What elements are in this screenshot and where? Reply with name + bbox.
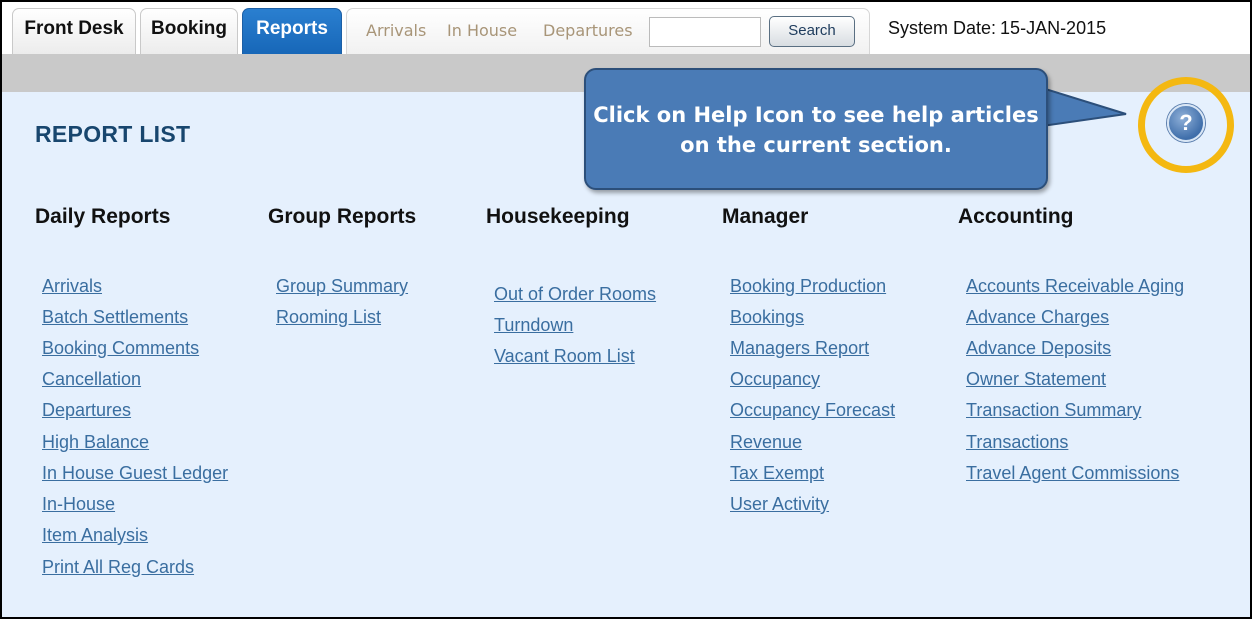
report-link[interactable]: Print All Reg Cards <box>42 557 194 578</box>
report-link[interactable]: User Activity <box>730 494 829 515</box>
report-link[interactable]: In-House <box>42 494 115 515</box>
report-link[interactable]: Occupancy <box>730 369 820 390</box>
report-link[interactable]: Out of Order Rooms <box>494 284 656 305</box>
report-link[interactable]: Booking Comments <box>42 338 199 359</box>
report-link[interactable]: Advance Charges <box>966 307 1109 328</box>
quick-link-in-house[interactable]: In House <box>447 21 517 40</box>
system-date: System Date: 15-JAN-2015 <box>888 18 1106 39</box>
help-callout-line-1: Click on Help Icon to see help articles <box>593 103 1039 127</box>
report-link[interactable]: Group Summary <box>276 276 408 297</box>
column-heading-housekeeping: Housekeeping <box>486 205 630 228</box>
column-heading-manager: Manager <box>722 205 809 228</box>
app-window: Front Desk Booking Reports Arrivals In H… <box>0 0 1252 619</box>
report-link[interactable]: Vacant Room List <box>494 346 635 367</box>
report-link[interactable]: Accounts Receivable Aging <box>966 276 1184 297</box>
report-link[interactable]: Departures <box>42 400 131 421</box>
help-callout-line-2: on the current section. <box>680 133 952 157</box>
report-link[interactable]: Cancellation <box>42 369 141 390</box>
report-link[interactable]: Turndown <box>494 315 573 336</box>
report-link[interactable]: Batch Settlements <box>42 307 188 328</box>
column-heading-accounting: Accounting <box>958 205 1074 228</box>
search-input[interactable] <box>649 17 761 47</box>
column-heading-group-reports: Group Reports <box>268 205 417 228</box>
report-link[interactable]: Item Analysis <box>42 525 148 546</box>
report-link[interactable]: Advance Deposits <box>966 338 1111 359</box>
search-button[interactable]: Search <box>769 16 855 47</box>
column-heading-daily-reports: Daily Reports <box>35 205 171 228</box>
report-link[interactable]: Managers Report <box>730 338 869 359</box>
report-link[interactable]: Transaction Summary <box>966 400 1141 421</box>
quick-link-arrivals[interactable]: Arrivals <box>366 21 426 40</box>
report-link[interactable]: Transactions <box>966 432 1068 453</box>
report-link[interactable]: Tax Exempt <box>730 463 824 484</box>
report-link[interactable]: Bookings <box>730 307 804 328</box>
help-callout-text: Click on Help Icon to see help articles … <box>584 100 1048 160</box>
report-link[interactable]: High Balance <box>42 432 149 453</box>
tab-front-desk[interactable]: Front Desk <box>12 8 136 54</box>
report-link[interactable]: Travel Agent Commissions <box>966 463 1179 484</box>
system-date-value: 15-JAN-2015 <box>1000 18 1107 38</box>
quick-links-bar: Arrivals In House Departures Search <box>346 8 870 54</box>
tab-reports[interactable]: Reports <box>242 8 342 54</box>
report-link[interactable]: Booking Production <box>730 276 886 297</box>
page-title: REPORT LIST <box>35 121 191 147</box>
quick-link-departures[interactable]: Departures <box>543 21 633 40</box>
report-link[interactable]: In House Guest Ledger <box>42 463 228 484</box>
help-icon[interactable]: ? <box>1167 104 1205 142</box>
report-link[interactable]: Rooming List <box>276 307 381 328</box>
report-link[interactable]: Owner Statement <box>966 369 1106 390</box>
system-date-label: System Date: <box>888 18 997 38</box>
report-link[interactable]: Occupancy Forecast <box>730 400 895 421</box>
top-navigation: Front Desk Booking Reports Arrivals In H… <box>2 2 1250 56</box>
report-link[interactable]: Arrivals <box>42 276 102 297</box>
report-link[interactable]: Revenue <box>730 432 802 453</box>
callout-pointer <box>1042 86 1127 128</box>
tab-booking[interactable]: Booking <box>140 8 238 54</box>
